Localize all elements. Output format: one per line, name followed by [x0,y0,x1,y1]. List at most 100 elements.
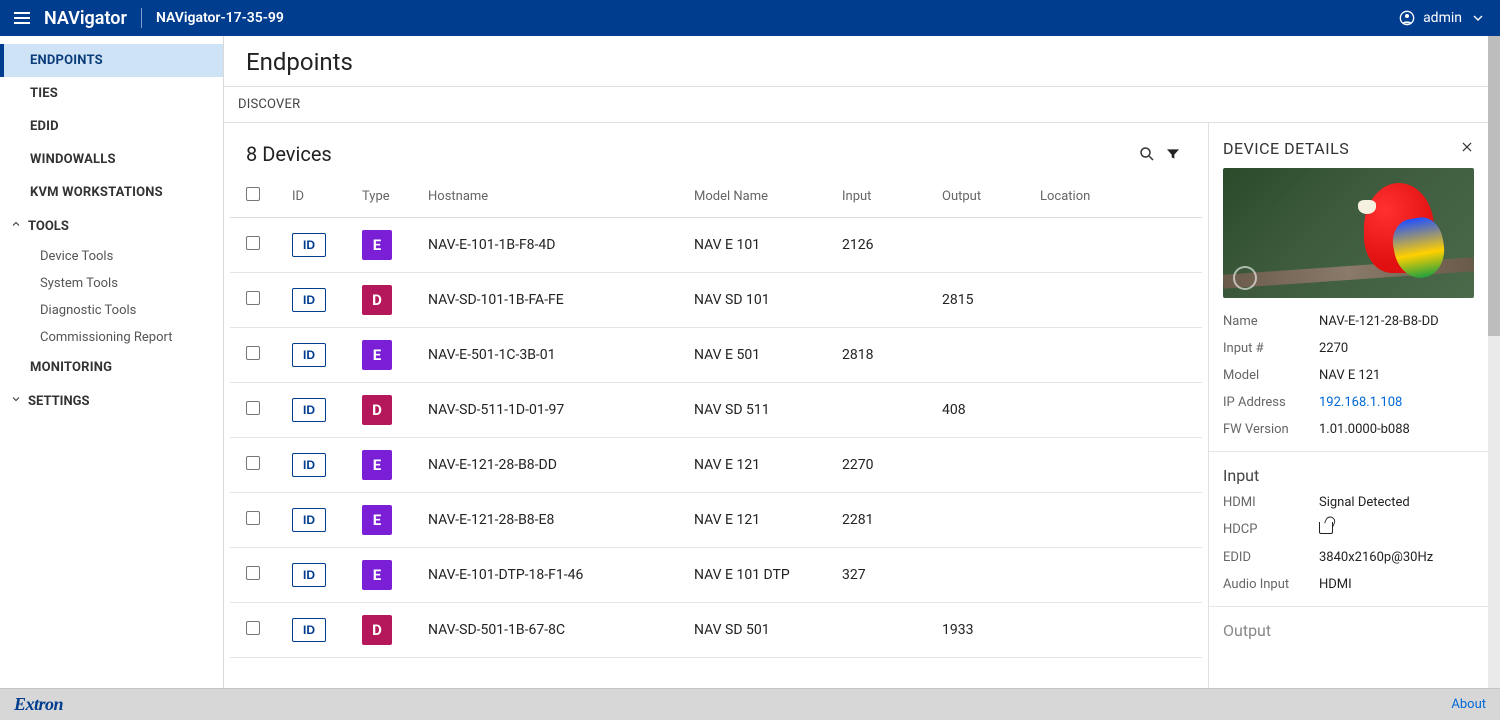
cell-model: NAV E 101 [694,237,842,253]
sidebar-item-ties[interactable]: TIES [0,77,223,110]
sidebar-item-windowalls[interactable]: WINDOWALLS [0,143,223,176]
table-header: ID Type Hostname Model Name Input Output… [230,175,1202,218]
endpoints-table: ID Type Hostname Model Name Input Output… [224,175,1208,658]
col-host[interactable]: Hostname [428,189,694,204]
menu-icon[interactable] [14,9,34,27]
table-row[interactable]: ID E NAV-E-101-DTP-18-F1-46NAV E 101 DTP32… [230,548,1202,603]
value-hdmi: Signal Detected [1319,495,1410,510]
cell-model: NAV SD 501 [694,622,842,638]
id-button[interactable]: ID [292,233,326,257]
id-button[interactable]: ID [292,398,326,422]
sidebar-item-monitoring[interactable]: MONITORING [0,351,223,384]
value-fw: 1.01.0000-b088 [1319,422,1410,437]
user-label: admin [1423,10,1462,26]
chevron-down-icon [1470,10,1486,26]
sidebar: ENDPOINTSTIESEDIDWINDOWALLSKVM WORKSTATI… [0,36,224,688]
header-separator [141,8,142,28]
table-row[interactable]: IDENAV-E-121-28-B8-DDNAV E 1212270 [230,438,1202,493]
user-menu[interactable]: admin [1399,10,1486,26]
sidebar-tools-label: TOOLS [28,219,69,234]
cell-hostname: NAV-SD-101-1B-FA-FE [428,292,694,308]
label-fw: FW Version [1223,422,1319,437]
sidebar-group-settings[interactable]: SETTINGS [0,384,223,418]
table-row[interactable]: IDENAV-E-101-1B-F8-4DNAV E 1012126 [230,218,1202,273]
scrollbar[interactable] [1488,36,1500,688]
type-badge: E [362,340,392,370]
select-all-checkbox[interactable] [246,187,260,201]
footer: Extron About [0,688,1500,720]
cell-input: 2270 [842,457,942,473]
sidebar-item-kvm-workstations[interactable]: KVM WORKSTATIONS [0,176,223,209]
value-ip[interactable]: 192.168.1.108 [1319,395,1402,410]
id-button[interactable]: ID [292,453,326,477]
sidebar-sub-commissioning-report[interactable]: Commissioning Report [0,324,223,351]
cell-hostname: NAV-E-121-28-B8-E8 [428,512,694,528]
id-button[interactable]: ID [292,343,326,367]
device-thumbnail [1223,168,1474,298]
type-badge: D [362,395,392,425]
id-button[interactable]: ID [292,508,326,532]
table-row[interactable]: IDDNAV-SD-101-1B-FA-FENAV SD 1012815 [230,273,1202,328]
scrollbar-thumb[interactable] [1488,36,1500,336]
id-button[interactable]: ID [292,618,326,642]
value-model: NAV E 121 [1319,368,1380,383]
row-checkbox[interactable] [246,346,260,360]
cell-output: 408 [942,402,1040,418]
table-row[interactable]: IDDNAV-SD-511-1D-01-97NAV SD 511408 [230,383,1202,438]
label-input-no: Input # [1223,341,1319,356]
id-button[interactable]: ID [292,288,326,312]
cell-model: NAV E 121 [694,457,842,473]
table-row[interactable]: IDDNAV-SD-501-1B-67-8CNAV SD 5011933 [230,603,1202,658]
id-button[interactable]: ID [292,563,326,587]
tab-strip: DISCOVER [224,86,1488,123]
close-icon[interactable] [1460,139,1474,158]
cell-hostname: NAV-SD-501-1B-67-8C [428,622,694,638]
cell-model: NAV E 501 [694,347,842,363]
device-name: NAVigator-17-35-99 [146,10,284,26]
cell-model: NAV E 101 DTP [694,567,842,583]
label-edid: EDID [1223,550,1319,565]
filter-icon[interactable] [1160,141,1186,167]
col-id[interactable]: ID [292,189,362,204]
row-checkbox[interactable] [246,291,260,305]
sidebar-sub-diagnostic-tools[interactable]: Diagnostic Tools [0,297,223,324]
row-checkbox[interactable] [246,456,260,470]
row-checkbox[interactable] [246,566,260,580]
cell-input: 327 [842,567,942,583]
sidebar-sub-device-tools[interactable]: Device Tools [0,243,223,270]
brand-title: NAVigator [44,8,141,29]
row-checkbox[interactable] [246,621,260,635]
row-checkbox[interactable] [246,236,260,250]
lock-open-icon [1319,522,1333,538]
cell-model: NAV E 121 [694,512,842,528]
chevron-down-icon [10,393,22,409]
col-model[interactable]: Model Name [694,189,842,204]
cell-input: 2818 [842,347,942,363]
value-name: NAV-E-121-28-B8-DD [1319,314,1439,329]
table-row[interactable]: IDENAV-E-121-28-B8-E8NAV E 1212281 [230,493,1202,548]
col-location[interactable]: Location [1040,189,1186,204]
sidebar-item-endpoints[interactable]: ENDPOINTS [0,44,223,77]
cell-input: 2126 [842,237,942,253]
cell-model: NAV SD 101 [694,292,842,308]
col-output[interactable]: Output [942,189,1040,204]
type-badge: E [362,230,392,260]
search-icon[interactable] [1134,141,1160,167]
about-link[interactable]: About [1451,697,1486,712]
row-checkbox[interactable] [246,401,260,415]
cell-hostname: NAV-E-101-DTP-18-F1-46 [428,567,694,583]
sidebar-sub-system-tools[interactable]: System Tools [0,270,223,297]
row-checkbox[interactable] [246,511,260,525]
cell-hostname: NAV-E-501-1C-3B-01 [428,347,694,363]
col-input[interactable]: Input [842,189,942,204]
label-model: Model [1223,368,1319,383]
tab-discover[interactable]: DISCOVER [238,97,300,112]
label-hdmi: HDMI [1223,495,1319,510]
table-row[interactable]: ID E NAV-E-501-1C-3B-01NAV E 5012818 [230,328,1202,383]
sidebar-group-tools[interactable]: TOOLS [0,209,223,243]
page-title: Endpoints [224,36,1488,86]
value-input-no: 2270 [1319,341,1348,356]
col-type[interactable]: Type [362,189,428,204]
sidebar-item-edid[interactable]: EDID [0,110,223,143]
type-badge: E [362,560,392,590]
